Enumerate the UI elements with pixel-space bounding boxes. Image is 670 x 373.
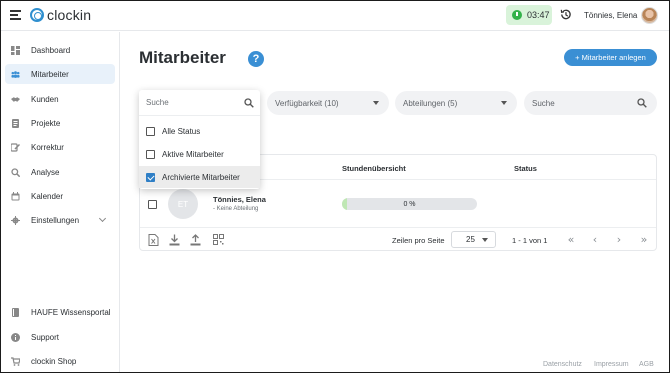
search-icon	[637, 98, 647, 108]
first-page-icon[interactable]: «	[564, 233, 578, 246]
divider	[140, 227, 656, 228]
add-employee-button[interactable]: + Mitarbeiter anlegen	[564, 49, 657, 66]
status-option-active[interactable]: Aktive Mitarbeiter	[139, 143, 260, 165]
user-avatar[interactable]	[641, 7, 658, 24]
sidebar-item-dashboard[interactable]: Dashboard	[5, 40, 115, 60]
projects-icon	[12, 118, 19, 128]
status-filter-dropdown: Suche Alle Status Aktive Mitarbeiter Arc…	[139, 90, 260, 189]
option-label: Alle Status	[162, 126, 201, 136]
sidebar-item-kunden[interactable]: Kunden	[5, 89, 115, 109]
sidebar-item-shop[interactable]: clockin Shop	[5, 351, 115, 371]
qr-code-icon[interactable]	[213, 234, 224, 246]
search-placeholder: Suche	[532, 98, 555, 108]
departments-filter[interactable]: Abteilungen (5)	[395, 91, 517, 115]
info-icon	[11, 332, 20, 342]
app-window: clockin 03:47 Tönnies, Elena Dashboard M…	[0, 0, 670, 373]
page-range: 1 - 1 von 1	[512, 236, 548, 245]
running-timer-button[interactable]: 03:47	[506, 5, 552, 25]
book-icon	[12, 307, 19, 317]
cart-icon	[11, 356, 20, 366]
sidebar-item-label: Kalender	[31, 191, 64, 201]
previous-page-icon[interactable]: ‹	[588, 233, 602, 246]
status-option-archived[interactable]: Archivierte Mitarbeiter	[139, 166, 260, 188]
footer-link-imprint[interactable]: Impressum	[594, 361, 629, 368]
search-input[interactable]: Suche	[524, 91, 657, 115]
caret-down-icon	[482, 238, 488, 242]
sidebar-item-projekte[interactable]: Projekte	[5, 113, 115, 133]
caret-down-icon	[501, 101, 507, 105]
sidebar: Dashboard Mitarbeiter Kunden Projekte Ko…	[1, 32, 120, 372]
dropdown-search-placeholder: Suche	[146, 98, 169, 107]
sidebar-item-label: Kunden	[31, 94, 59, 104]
sidebar-item-label: Support	[31, 332, 60, 342]
gear-icon	[11, 215, 20, 225]
help-icon[interactable]: ?	[248, 51, 264, 67]
handshake-icon	[11, 96, 20, 102]
logo[interactable]: clockin	[30, 7, 91, 23]
page-title: Mitarbeiter	[139, 48, 226, 67]
sidebar-item-support[interactable]: Support	[5, 327, 115, 347]
rows-per-page-select[interactable]: 25	[451, 231, 496, 248]
sidebar-item-label: clockin Shop	[31, 356, 77, 366]
menu-toggle-icon[interactable]	[10, 10, 21, 20]
hours-progress-bar: 0 %	[342, 198, 477, 210]
departments-filter-label: Abteilungen (5)	[403, 98, 458, 108]
last-page-icon[interactable]: »	[637, 233, 651, 246]
sidebar-item-label: Analyse	[31, 167, 60, 177]
people-icon	[11, 70, 20, 78]
sidebar-item-label: Korrektur	[31, 142, 64, 152]
option-checkbox[interactable]	[146, 126, 155, 136]
dropdown-search-input[interactable]: Suche	[139, 90, 260, 116]
column-header-hours[interactable]: Stundenübersicht	[342, 164, 406, 173]
column-header-status[interactable]: Status	[514, 164, 537, 173]
download-icon[interactable]	[169, 234, 180, 246]
sidebar-item-kalender[interactable]: Kalender	[5, 186, 115, 206]
edit-icon	[11, 142, 20, 152]
sidebar-item-korrektur[interactable]: Korrektur	[5, 137, 115, 157]
search-icon	[244, 98, 254, 108]
sidebar-item-analyse[interactable]: Analyse	[5, 162, 115, 182]
option-checkbox-checked[interactable]	[146, 172, 155, 182]
sidebar-item-label: Einstellungen	[31, 215, 80, 225]
caret-down-icon	[373, 101, 379, 105]
clockin-logo-icon	[30, 8, 44, 22]
rows-per-page-value: 25	[466, 235, 475, 244]
dashboard-icon	[11, 45, 20, 55]
upload-icon[interactable]	[190, 234, 201, 246]
progress-text: 0 %	[403, 200, 416, 208]
next-page-icon[interactable]: ›	[612, 233, 626, 246]
sidebar-item-label: Projekte	[31, 118, 61, 128]
timer-value: 03:47	[527, 10, 550, 20]
row-checkbox[interactable]	[148, 200, 157, 209]
sidebar-item-label: Mitarbeiter	[31, 69, 69, 79]
availability-filter-label: Verfügbarkeit (10)	[275, 98, 339, 108]
chevron-down-icon	[98, 214, 107, 223]
sidebar-item-mitarbeiter[interactable]: Mitarbeiter	[5, 64, 115, 84]
logo-text: clockin	[47, 7, 92, 23]
footer-link-terms[interactable]: AGB	[639, 361, 654, 368]
option-label: Aktive Mitarbeiter	[162, 149, 224, 159]
calendar-icon	[11, 191, 20, 200]
rows-per-page-label: Zeilen pro Seite	[392, 236, 445, 245]
employee-department: - Keine Abteilung	[213, 206, 259, 212]
clock-icon	[512, 10, 522, 20]
option-label: Archivierte Mitarbeiter	[162, 172, 240, 182]
employee-name[interactable]: Tönnies, Elena	[213, 195, 266, 204]
option-checkbox[interactable]	[146, 149, 155, 159]
sidebar-item-label: HAUFE Wissensportal	[31, 307, 111, 317]
history-icon[interactable]	[559, 8, 572, 21]
sidebar-item-label: Dashboard	[31, 45, 71, 55]
availability-filter[interactable]: Verfügbarkeit (10)	[267, 91, 389, 115]
analysis-icon	[11, 167, 20, 177]
sidebar-item-haufe[interactable]: HAUFE Wissensportal	[5, 302, 115, 322]
sidebar-item-einstellungen[interactable]: Einstellungen	[5, 210, 115, 230]
excel-export-icon[interactable]	[148, 234, 159, 246]
user-name[interactable]: Tönnies, Elena	[584, 11, 637, 20]
employee-avatar: ET	[168, 189, 198, 219]
top-bar: clockin 03:47 Tönnies, Elena	[1, 1, 669, 31]
footer-link-privacy[interactable]: Datenschutz	[543, 361, 582, 368]
status-option-all[interactable]: Alle Status	[139, 120, 260, 142]
